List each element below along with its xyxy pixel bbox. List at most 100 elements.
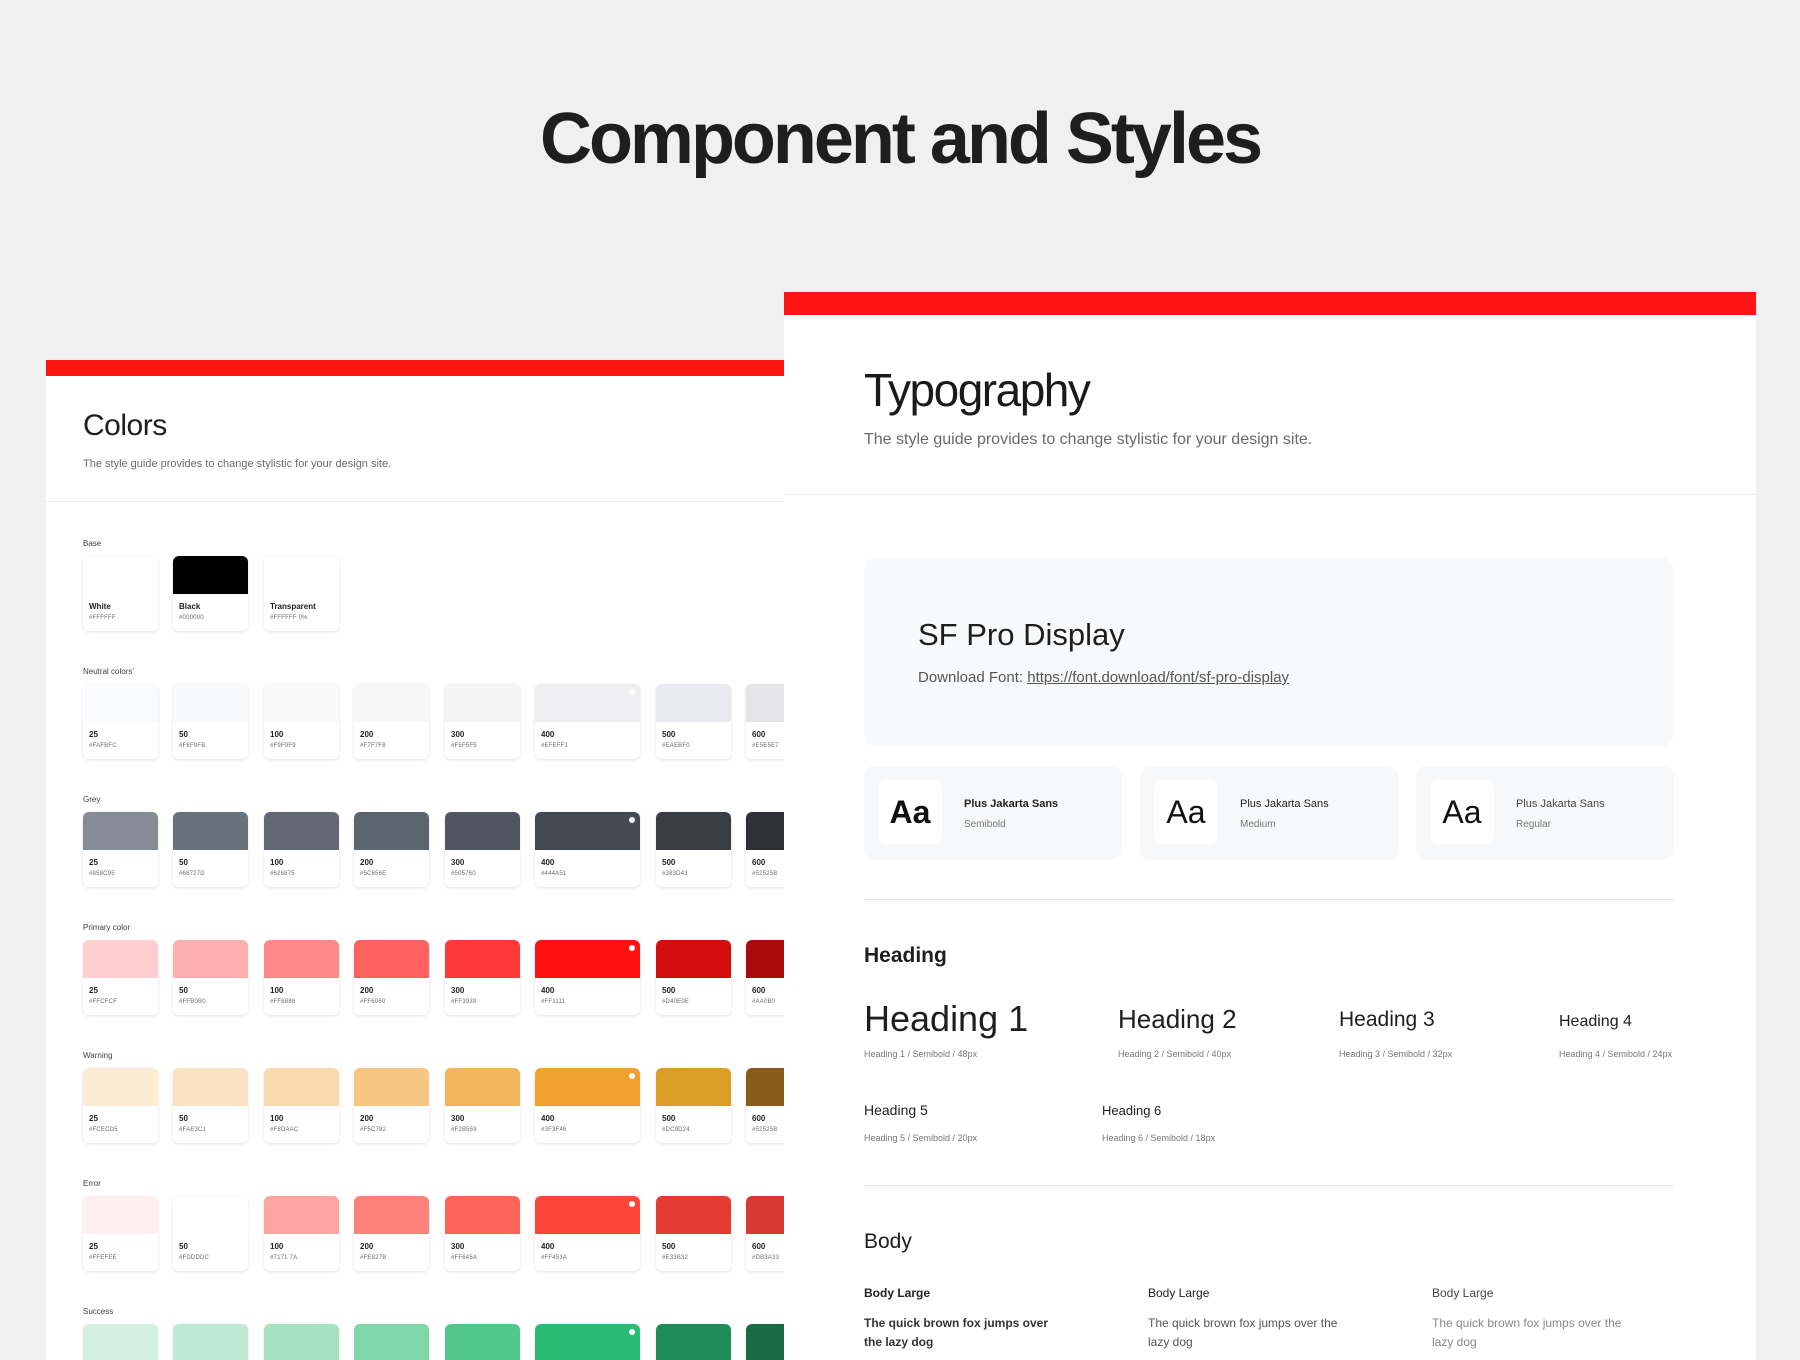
swatch-name: 600 [752, 1114, 766, 1123]
color-swatch[interactable]: 600 #AA0B0 [746, 940, 786, 1015]
font-weight-label: Regular [1516, 819, 1552, 830]
color-swatch[interactable]: 300 #F2B559 [445, 1068, 520, 1143]
color-chip [354, 812, 429, 850]
color-swatch[interactable]: 400 #444A51 [535, 812, 640, 887]
palette-label: Success [83, 1307, 114, 1316]
color-chip [535, 940, 640, 978]
color-swatch[interactable]: 50 #F8F9FB [173, 684, 248, 759]
color-swatch[interactable]: 200 #F5C782 [354, 1068, 429, 1143]
heading-3-sample: Heading 3 [1339, 1008, 1435, 1031]
color-swatch[interactable]: 400 #FF1111 [535, 940, 640, 1015]
color-swatch[interactable]: 200 #F7F7F8 [354, 684, 429, 759]
colors-panel: Colors The style guide provides to chang… [46, 360, 786, 1360]
color-chip [746, 940, 786, 978]
swatch-hex: #F5F5F5 [451, 743, 477, 749]
color-swatch[interactable]: 100 #7171 7A [264, 1196, 339, 1271]
color-swatch[interactable]: 400 #3F3F46 [535, 1068, 640, 1143]
color-swatch[interactable]: 25 #FAFBFC [83, 684, 158, 759]
swatch-name: 500 [662, 1242, 676, 1251]
swatch-name: 600 [752, 986, 766, 995]
selected-dot-icon [629, 689, 635, 695]
color-swatch[interactable]: 100 #F9F9F9 [264, 684, 339, 759]
color-swatch[interactable]: 500 #D40E0E [656, 940, 731, 1015]
font-sample: Aa [1154, 780, 1218, 844]
swatch-hex: #858C95 [89, 871, 115, 877]
color-swatch[interactable]: 300 #FF3939 [445, 940, 520, 1015]
color-swatch[interactable]: 600 #52525B [746, 1068, 786, 1143]
color-swatch[interactable]: 400 #FF453A [535, 1196, 640, 1271]
color-swatch[interactable]: 25 #858C95 [83, 812, 158, 887]
color-swatch[interactable]: 100 [264, 1324, 339, 1360]
color-swatch[interactable]: 500 #E33B32 [656, 1196, 731, 1271]
swatch-name: 400 [541, 1114, 555, 1123]
color-swatch[interactable]: 200 #FF6060 [354, 940, 429, 1015]
swatch-name: White [89, 602, 111, 611]
swatch-name: 25 [89, 1114, 98, 1123]
color-swatch[interactable]: 25 #FFEFEE [83, 1196, 158, 1271]
color-chip [354, 940, 429, 978]
color-swatch[interactable]: 50 [173, 1324, 248, 1360]
swatch-name: 50 [179, 858, 188, 867]
color-chip [445, 1068, 520, 1106]
color-swatch[interactable]: 300 #FF645A [445, 1196, 520, 1271]
color-swatch[interactable]: Transparent #FFFFFF 0% [264, 556, 339, 631]
color-swatch[interactable]: 200 #5C656E [354, 812, 429, 887]
color-chip [83, 684, 158, 722]
swatch-hex: #FAE3C1 [179, 1127, 207, 1133]
color-swatch[interactable]: 600 #52525B [746, 812, 786, 887]
color-chip [445, 1196, 520, 1234]
color-chip [535, 1196, 640, 1234]
swatch-hex: #52525B [752, 1127, 778, 1133]
color-swatch[interactable]: 500 #EAEBF0 [656, 684, 731, 759]
color-chip [173, 1068, 248, 1106]
color-swatch[interactable]: 500 #DC9D24 [656, 1068, 731, 1143]
color-swatch[interactable]: 100 #F8DAAC [264, 1068, 339, 1143]
color-swatch[interactable]: 400 [535, 1324, 640, 1360]
font-sample: Aa [878, 780, 942, 844]
swatch-name: 100 [270, 858, 284, 867]
color-swatch[interactable]: 25 #FFCFCF [83, 940, 158, 1015]
color-swatch[interactable]: 600 #DB3A33 [746, 1196, 786, 1271]
swatch-hex: #FF3939 [451, 999, 477, 1005]
swatch-hex: #D40E0E [662, 999, 690, 1005]
font-download-link[interactable]: https://font.download/font/sf-pro-displa… [1027, 669, 1289, 686]
color-swatch[interactable]: 600 [746, 1324, 786, 1360]
color-swatch[interactable]: 100 #FF8888 [264, 940, 339, 1015]
color-chip [83, 1196, 158, 1234]
swatch-hex: #FFB0B0 [179, 999, 206, 1005]
font-download: Download Font: https://font.download/fon… [918, 669, 1289, 686]
swatch-hex: #EAEBF0 [662, 743, 690, 749]
color-chip [445, 812, 520, 850]
swatch-name: 300 [451, 1242, 465, 1251]
color-chip [173, 1324, 248, 1360]
divider [864, 899, 1674, 900]
color-swatch[interactable]: 500 #383D43 [656, 812, 731, 887]
color-chip [264, 1068, 339, 1106]
color-swatch[interactable]: 300 #505760 [445, 812, 520, 887]
palette-label: Error [83, 1179, 101, 1188]
color-swatch[interactable]: 50 #FAE3C1 [173, 1068, 248, 1143]
swatch-name: 600 [752, 730, 766, 739]
color-swatch[interactable]: 300 #F5F5F5 [445, 684, 520, 759]
swatch-hex: #52525B [752, 871, 778, 877]
swatch-name: 500 [662, 1114, 676, 1123]
swatch-name: 100 [270, 730, 284, 739]
heading-2-sample: Heading 2 [1118, 1004, 1237, 1034]
color-swatch[interactable]: 25 #FCECD5 [83, 1068, 158, 1143]
color-swatch[interactable]: 50 #FDDDDC [173, 1196, 248, 1271]
color-swatch[interactable]: 100 #626875 [264, 812, 339, 887]
color-swatch[interactable]: 200 #FE827B [354, 1196, 429, 1271]
color-swatch[interactable]: 50 #FFB0B0 [173, 940, 248, 1015]
color-swatch[interactable]: 600 #E5E5E7 [746, 684, 786, 759]
color-swatch[interactable]: 50 #68727D [173, 812, 248, 887]
color-swatch[interactable]: 200 [354, 1324, 429, 1360]
color-swatch[interactable]: Black #000000 [173, 556, 248, 631]
color-swatch[interactable]: 300 [445, 1324, 520, 1360]
selected-dot-icon [629, 1201, 635, 1207]
color-swatch[interactable]: White #FFFFFF [83, 556, 158, 631]
selected-dot-icon [629, 817, 635, 823]
color-swatch[interactable]: 400 #EFEFF1 [535, 684, 640, 759]
color-swatch[interactable]: 500 [656, 1324, 731, 1360]
color-swatch[interactable]: 25 [83, 1324, 158, 1360]
heading-5-sample: Heading 5 [864, 1102, 928, 1118]
